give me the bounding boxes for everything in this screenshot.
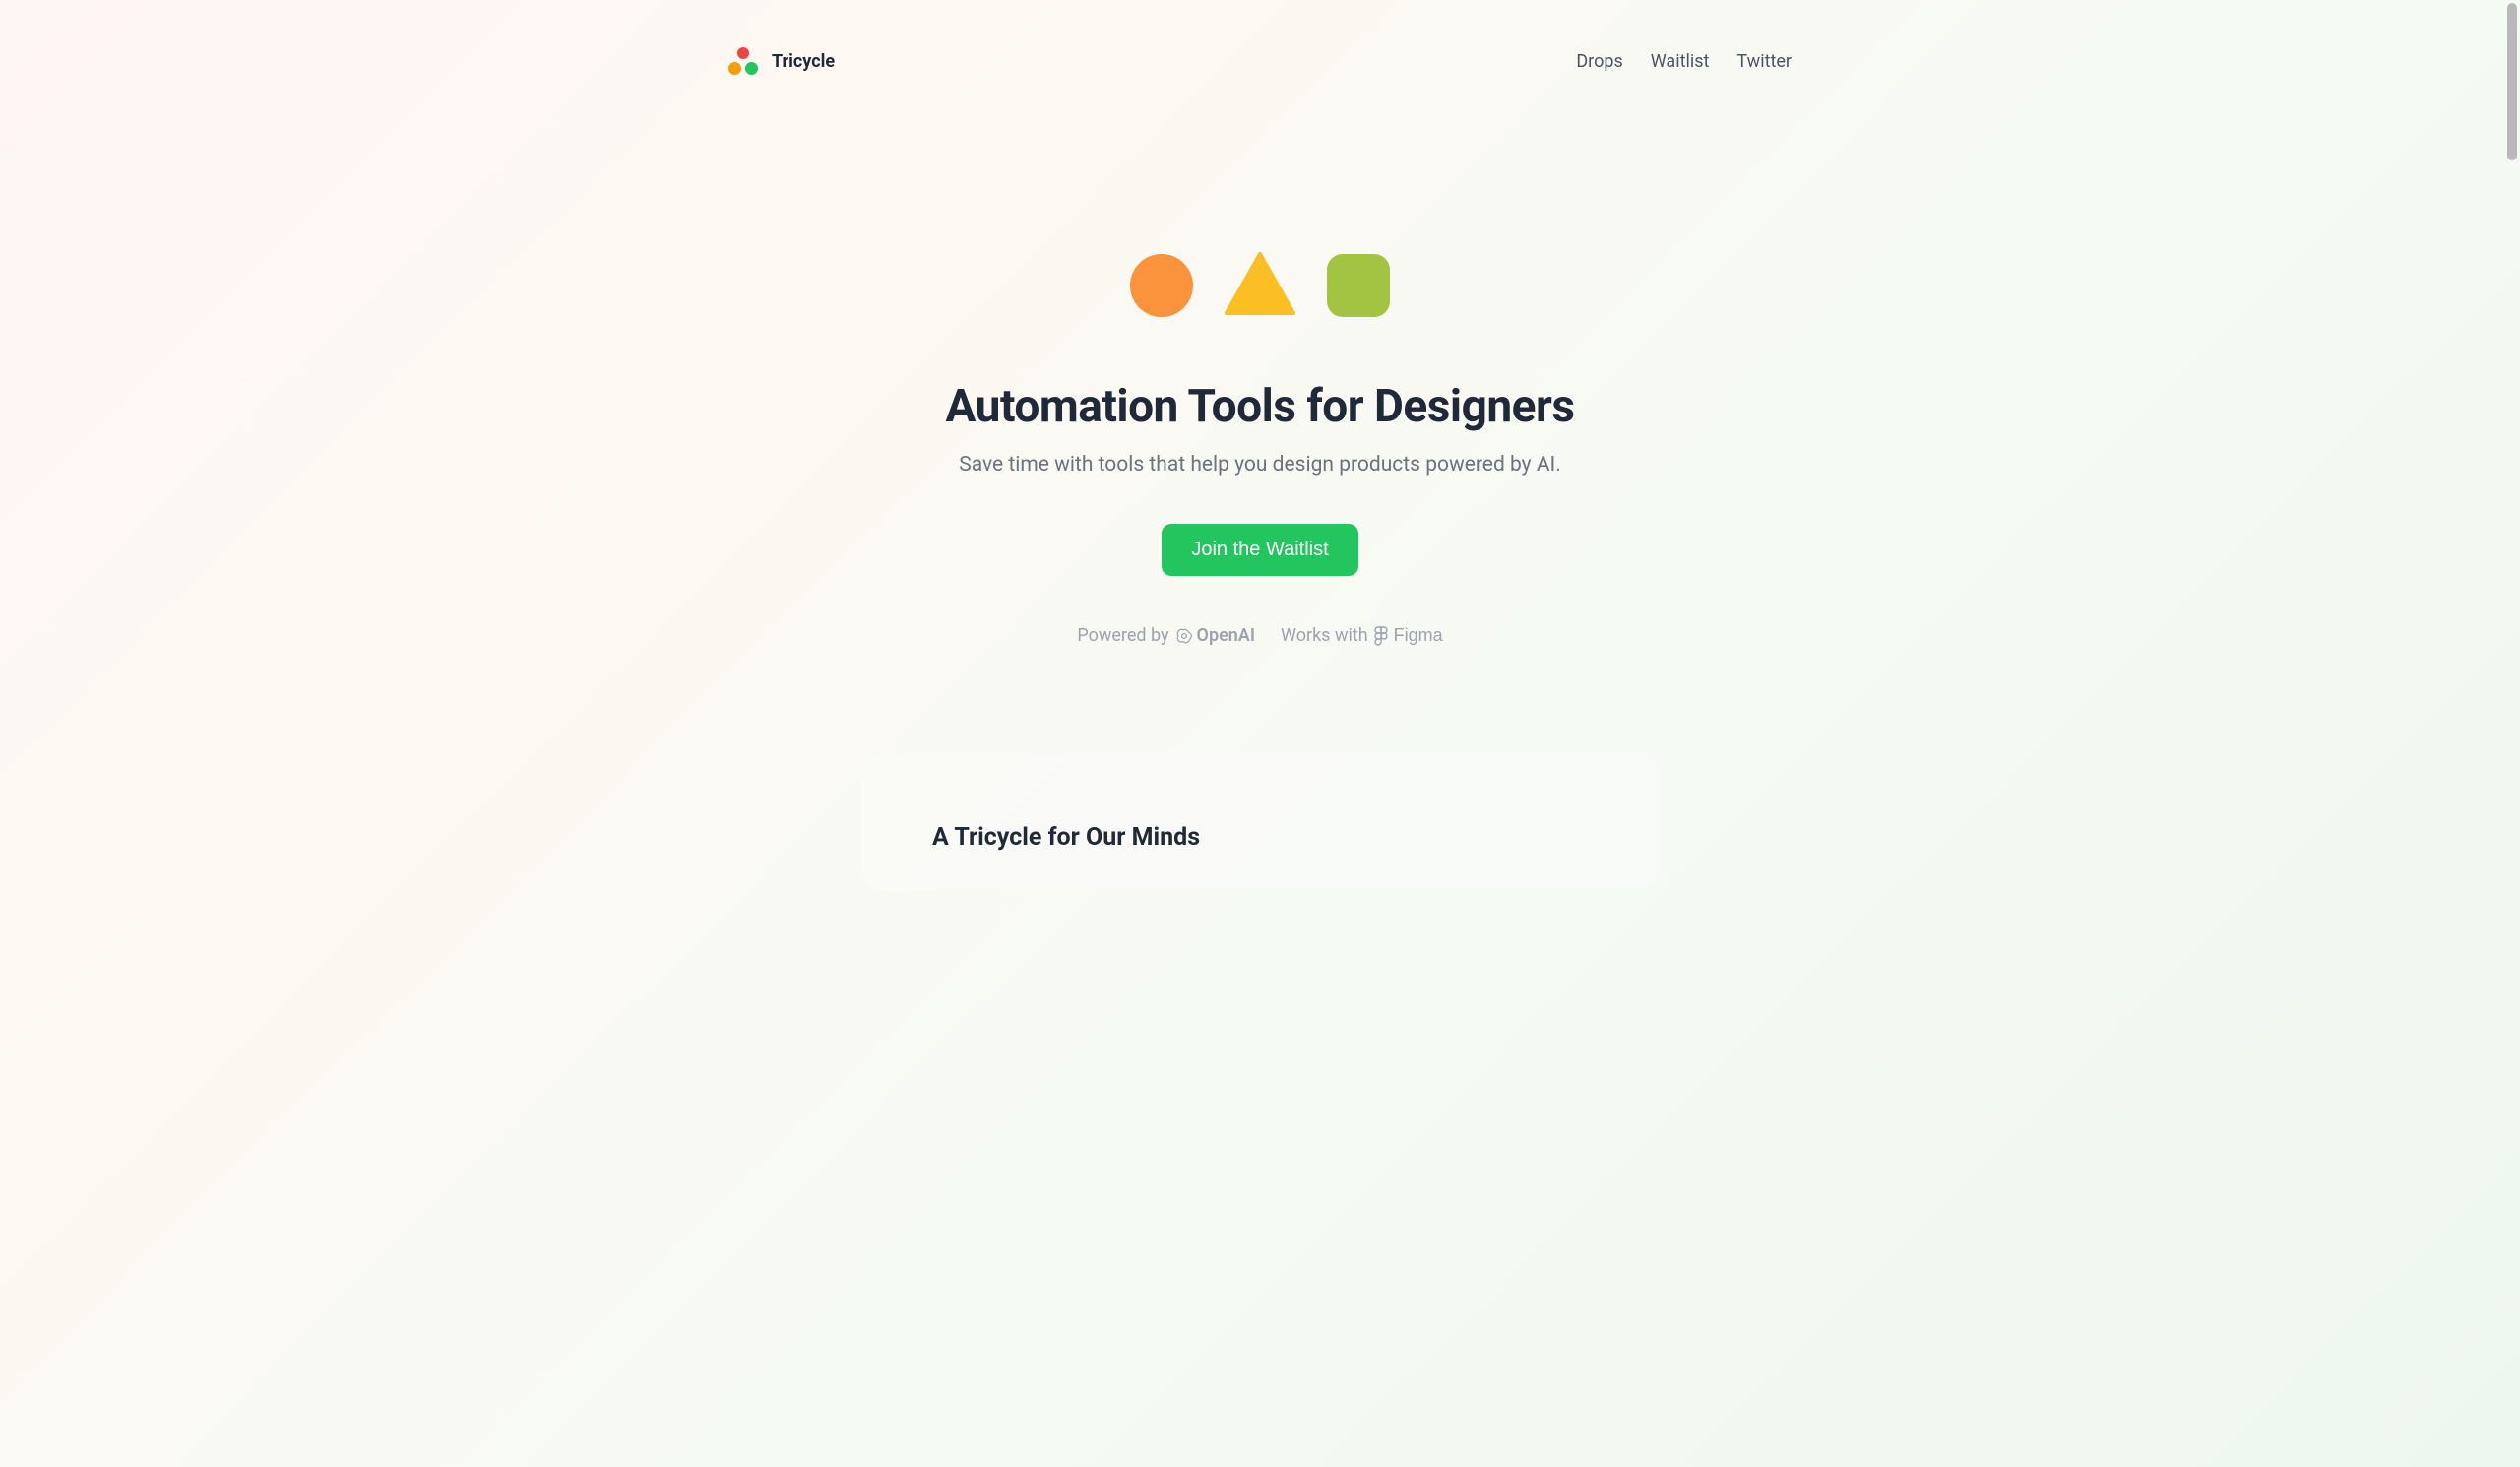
openai-knot-icon	[1175, 627, 1193, 645]
hero-section: Automation Tools for Designers Save time…	[817, 75, 1703, 646]
brand-logo-icon	[728, 47, 758, 75]
scrollbar-track[interactable]	[2504, 0, 2520, 1467]
powered-by-group: Powered by OpenAI	[1077, 625, 1255, 646]
openai-name: OpenAI	[1197, 625, 1255, 646]
works-with-label: Works with	[1281, 625, 1368, 646]
shape-circle-icon	[1130, 254, 1193, 317]
hero-title: Automation Tools for Designers	[817, 380, 1703, 433]
brand-name: Tricycle	[772, 51, 835, 72]
nav-link-waitlist[interactable]: Waitlist	[1651, 51, 1710, 72]
brand-logo-group[interactable]: Tricycle	[728, 47, 835, 75]
logo-dot-yellow	[728, 62, 741, 75]
scrollbar-thumb[interactable]	[2507, 3, 2517, 160]
join-waitlist-button[interactable]: Join the Waitlist	[1162, 524, 1357, 576]
shape-triangle-icon	[1225, 252, 1295, 319]
works-with-group: Works with Figma	[1281, 625, 1443, 646]
hero-subtitle: Save time with tools that help you desig…	[817, 453, 1703, 477]
figma-name: Figma	[1394, 625, 1443, 646]
partners-row: Powered by OpenAI Works with	[817, 625, 1703, 646]
mission-title: A Tricycle for Our Minds	[932, 823, 1588, 852]
mission-card: A Tricycle for Our Minds	[861, 752, 1659, 891]
site-header: Tricycle Drops Waitlist Twitter	[669, 0, 1851, 75]
openai-logo: OpenAI	[1175, 625, 1255, 646]
nav-link-twitter[interactable]: Twitter	[1736, 51, 1792, 72]
logo-dot-red	[737, 47, 749, 59]
logo-dot-green	[745, 62, 758, 75]
primary-nav: Drops Waitlist Twitter	[1576, 51, 1792, 72]
shape-square-icon	[1327, 254, 1390, 317]
figma-logo: Figma	[1374, 625, 1443, 646]
powered-by-label: Powered by	[1077, 625, 1168, 646]
figma-mark-icon	[1374, 626, 1388, 646]
nav-link-drops[interactable]: Drops	[1576, 51, 1622, 72]
hero-shapes-row	[817, 252, 1703, 319]
